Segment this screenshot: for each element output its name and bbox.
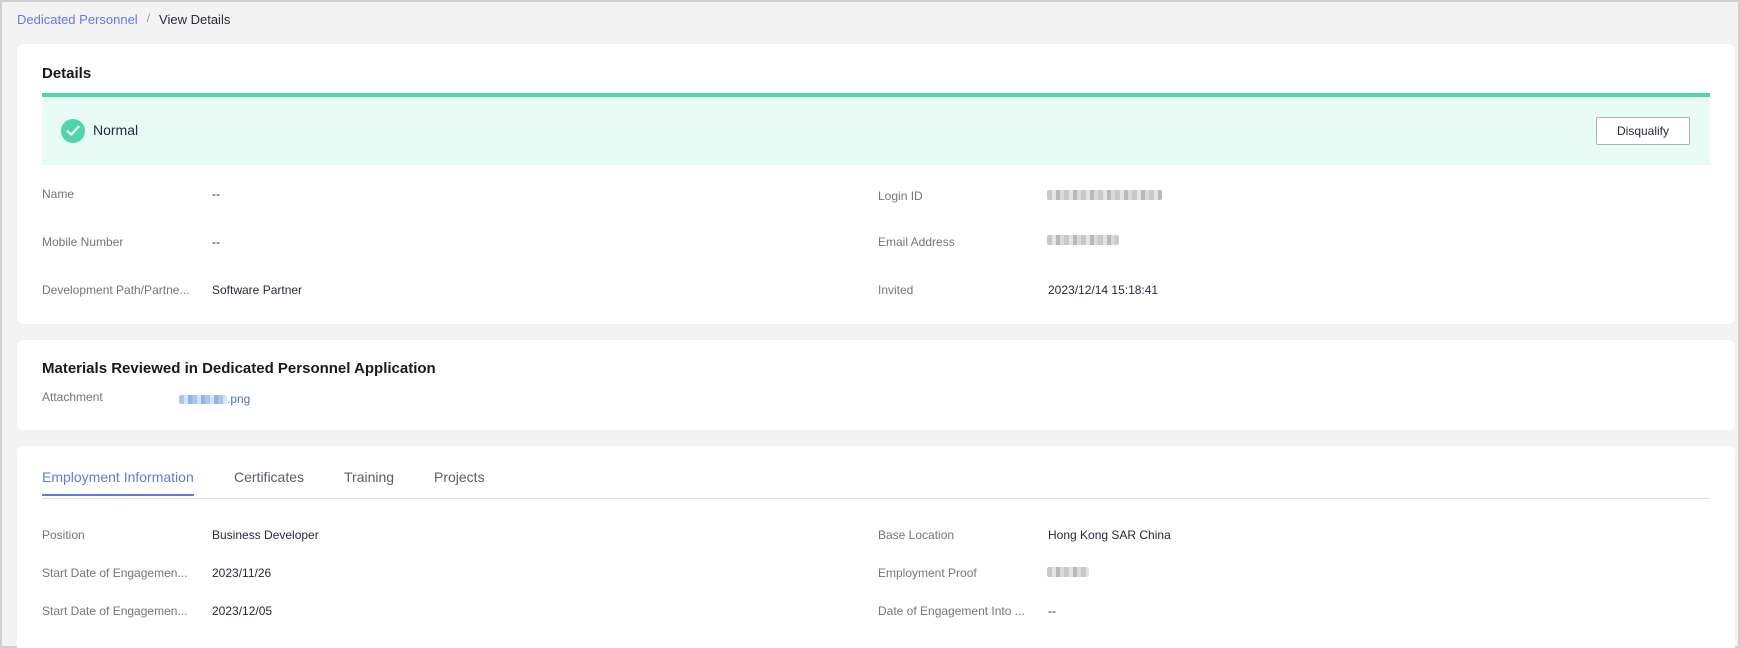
mobile-number-value: -- bbox=[212, 235, 220, 249]
status-text: Normal bbox=[93, 122, 139, 138]
date-engagement-into-label: Date of Engagement Into ... bbox=[878, 604, 1025, 618]
materials-card: Materials Reviewed in Dedicated Personne… bbox=[17, 340, 1735, 430]
position-value: Business Developer bbox=[212, 528, 319, 542]
position-label: Position bbox=[42, 528, 85, 542]
login-id-label: Login ID bbox=[878, 189, 923, 203]
base-location-value: Hong Kong SAR China bbox=[1048, 528, 1171, 542]
disqualify-button[interactable]: Disqualify bbox=[1596, 117, 1690, 145]
email-address-value-redacted bbox=[1047, 235, 1119, 245]
email-address-label: Email Address bbox=[878, 235, 955, 249]
breadcrumb: Dedicated Personnel / View Details bbox=[17, 10, 231, 28]
attachment-name-redacted bbox=[179, 395, 227, 405]
tab-training[interactable]: Training bbox=[344, 469, 394, 494]
check-circle-icon bbox=[61, 119, 85, 143]
mobile-number-label: Mobile Number bbox=[42, 235, 124, 249]
attachment-label: Attachment bbox=[42, 390, 103, 404]
materials-title: Materials Reviewed in Dedicated Personne… bbox=[42, 360, 436, 377]
tab-employment-information[interactable]: Employment Information bbox=[42, 469, 194, 496]
start-date-engagement-label-2: Start Date of Engagemen... bbox=[42, 604, 188, 618]
login-id-value-redacted bbox=[1047, 190, 1162, 200]
employment-tabs: Employment Information Certificates Trai… bbox=[42, 469, 1710, 499]
tab-certificates[interactable]: Certificates bbox=[234, 469, 304, 494]
date-engagement-into-value: -- bbox=[1048, 604, 1056, 618]
employment-proof-label: Employment Proof bbox=[878, 566, 977, 580]
attachment-link[interactable]: .png bbox=[179, 392, 250, 406]
breadcrumb-current: View Details bbox=[159, 12, 231, 27]
base-location-label: Base Location bbox=[878, 528, 955, 542]
employment-card: Employment Information Certificates Trai… bbox=[17, 446, 1735, 648]
details-card: Details Normal Disqualify Name -- Mobile… bbox=[17, 44, 1735, 324]
attachment-ext[interactable]: .png bbox=[227, 392, 250, 406]
breadcrumb-separator: / bbox=[146, 10, 151, 25]
development-path-label: Development Path/Partne... bbox=[42, 283, 190, 297]
status-banner: Normal Disqualify bbox=[42, 93, 1710, 165]
start-date-engagement-value-2: 2023/12/05 bbox=[212, 604, 273, 618]
name-value: -- bbox=[212, 187, 220, 201]
start-date-engagement-value-1: 2023/11/26 bbox=[212, 566, 272, 580]
tab-projects[interactable]: Projects bbox=[434, 469, 485, 494]
development-path-value: Software Partner bbox=[212, 283, 303, 297]
breadcrumb-dedicated-personnel-link[interactable]: Dedicated Personnel bbox=[17, 12, 138, 27]
details-title: Details bbox=[42, 65, 92, 82]
name-label: Name bbox=[42, 187, 75, 201]
start-date-engagement-label-1: Start Date of Engagemen... bbox=[42, 566, 188, 580]
employment-proof-value-redacted[interactable] bbox=[1047, 567, 1089, 577]
invited-value: 2023/12/14 15:18:41 bbox=[1048, 283, 1159, 297]
invited-label: Invited bbox=[878, 283, 914, 297]
